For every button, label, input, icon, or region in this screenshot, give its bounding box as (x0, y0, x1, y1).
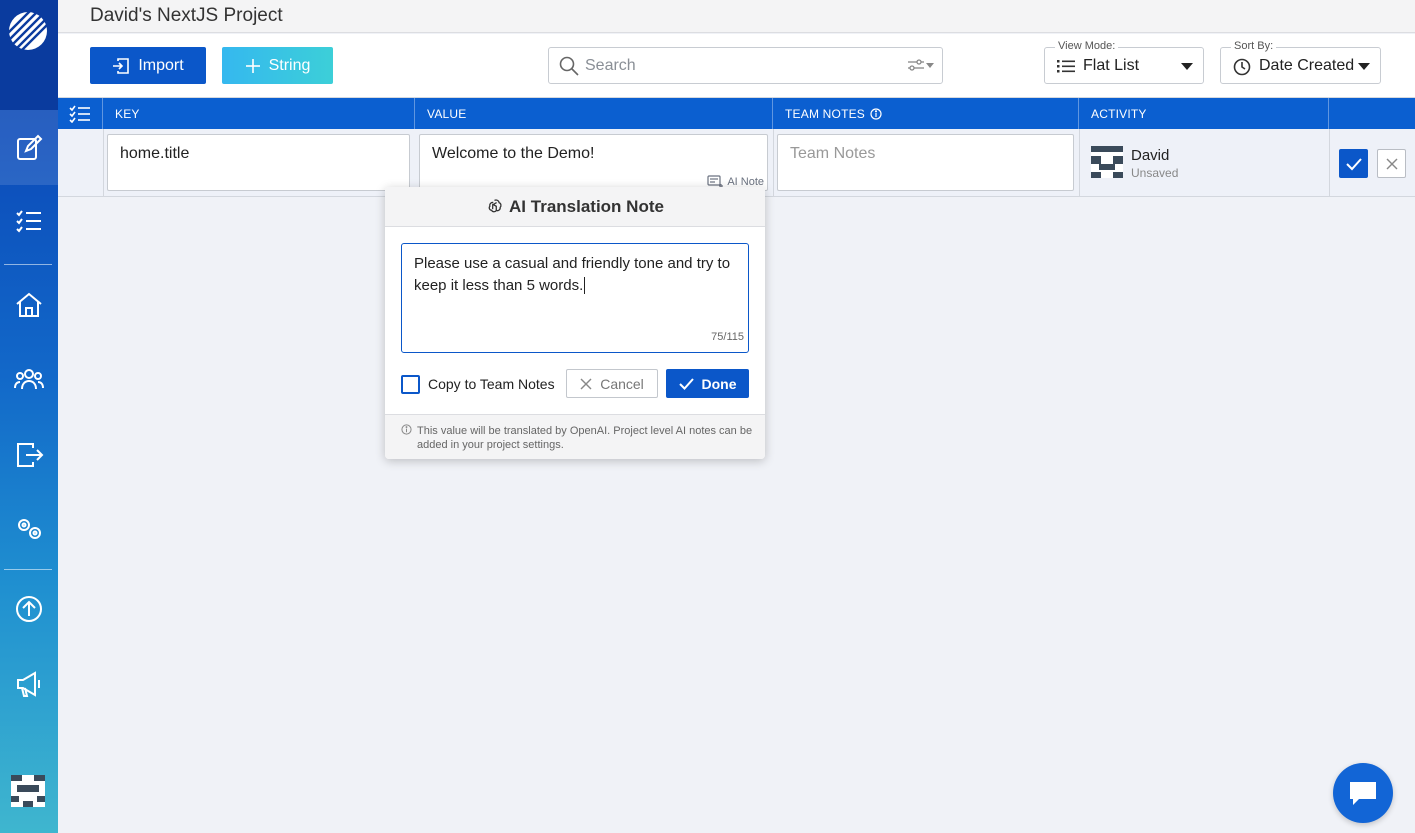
ai-note-text: Please use a casual and friendly tone an… (414, 255, 731, 294)
toolbar: Import String Search View Mode: Flat Lis… (58, 34, 1415, 98)
close-icon (580, 378, 592, 389)
column-value[interactable]: VALUE (415, 98, 773, 129)
chat-icon (1350, 782, 1376, 805)
character-count: 75/115 (711, 331, 744, 343)
column-activity[interactable]: ACTIVITY (1079, 98, 1329, 129)
info-icon (401, 424, 412, 435)
sidebar-item-home[interactable] (0, 281, 58, 329)
search-icon (559, 56, 579, 76)
sort-by-select[interactable]: Sort By: Date Created (1220, 40, 1381, 84)
import-label: Import (138, 56, 184, 74)
ai-note-textarea[interactable]: Please use a casual and friendly tone an… (401, 243, 749, 353)
chevron-down-icon (1358, 63, 1370, 70)
sidebar-item-tasks[interactable] (0, 197, 58, 245)
check-icon (1345, 157, 1362, 170)
logo-icon[interactable] (7, 10, 48, 51)
add-string-label: String (268, 56, 311, 74)
popover-footer-text: This value will be translated by OpenAI.… (417, 425, 753, 451)
column-team-notes-label: TEAM NOTES (785, 106, 866, 121)
search-input[interactable]: Search (548, 47, 943, 84)
openai-icon (488, 199, 502, 213)
export-icon (17, 443, 44, 467)
project-header: David's NextJS Project (58, 0, 1415, 33)
select-all-toggle[interactable] (58, 98, 103, 129)
done-button[interactable]: Done (666, 369, 749, 398)
plus-icon (245, 58, 260, 73)
view-mode-value: Flat List (1083, 57, 1140, 74)
checklist-icon (16, 210, 41, 233)
discard-row-button[interactable] (1377, 149, 1406, 178)
sort-by-label: Sort By: (1231, 40, 1277, 52)
view-mode-label: View Mode: (1055, 40, 1119, 52)
popover-footer: This value will be translated by OpenAI.… (385, 414, 765, 459)
home-icon (16, 292, 42, 317)
avatar (1091, 146, 1123, 178)
ai-note-label: AI Note (727, 175, 764, 188)
row-divider (1329, 129, 1330, 197)
column-team-notes[interactable]: TEAM NOTES (773, 98, 1079, 129)
clock-icon (1233, 58, 1251, 76)
checklist-icon (69, 105, 90, 123)
save-row-button[interactable] (1339, 149, 1368, 178)
add-string-button[interactable]: String (222, 47, 333, 84)
sidebar-divider (4, 264, 52, 265)
popover-header: AI Translation Note (385, 187, 765, 227)
chat-button[interactable] (1333, 763, 1393, 823)
ai-translation-note-popover: AI Translation Note Please use a casual … (385, 187, 765, 459)
key-input[interactable]: home.title (107, 134, 410, 191)
row-divider (1079, 129, 1080, 197)
team-icon (14, 369, 44, 390)
avatar[interactable] (11, 775, 45, 807)
cancel-label: Cancel (600, 375, 644, 392)
info-icon (870, 107, 882, 120)
edit-icon (17, 134, 43, 160)
sidebar-item-team[interactable] (0, 355, 58, 403)
import-icon (113, 57, 130, 74)
activity-status: Unsaved (1131, 166, 1179, 180)
column-key[interactable]: KEY (103, 98, 415, 129)
team-notes-input[interactable]: Team Notes (777, 134, 1074, 191)
value-input[interactable]: Welcome to the Demo! AI Note (419, 134, 768, 191)
sidebar-item-settings[interactable] (0, 504, 58, 552)
import-button[interactable]: Import (90, 47, 206, 84)
popover-title: AI Translation Note (509, 196, 664, 216)
megaphone-icon (17, 671, 40, 697)
row-divider (773, 129, 774, 197)
check-icon (678, 377, 694, 390)
search-placeholder: Search (585, 57, 636, 74)
page-title: David's NextJS Project (90, 5, 283, 26)
sidebar-item-editor[interactable] (0, 124, 58, 172)
chevron-down-icon (1181, 63, 1193, 70)
value-text: Welcome to the Demo! (432, 145, 595, 162)
sidebar-divider (4, 569, 52, 570)
sidebar-item-announcements[interactable] (0, 660, 58, 708)
row-divider (103, 129, 104, 197)
done-label: Done (701, 375, 737, 392)
view-mode-select[interactable]: View Mode: Flat List (1044, 40, 1204, 84)
filter-icon[interactable] (908, 59, 934, 71)
upload-icon (16, 596, 42, 622)
settings-icon (18, 519, 41, 539)
list-icon (1057, 60, 1075, 73)
activity-user: David (1131, 147, 1170, 164)
copy-to-team-notes-label[interactable]: Copy to Team Notes (428, 376, 555, 392)
sidebar-item-export[interactable] (0, 430, 58, 478)
copy-to-team-notes-checkbox[interactable] (401, 375, 420, 394)
close-icon (1386, 158, 1397, 169)
sidebar-item-upload[interactable] (0, 585, 58, 633)
cancel-button[interactable]: Cancel (566, 369, 658, 398)
sort-by-value: Date Created (1259, 57, 1355, 74)
sidebar (0, 0, 58, 833)
table-header: KEY VALUE TEAM NOTES ACTIVITY (58, 98, 1415, 129)
